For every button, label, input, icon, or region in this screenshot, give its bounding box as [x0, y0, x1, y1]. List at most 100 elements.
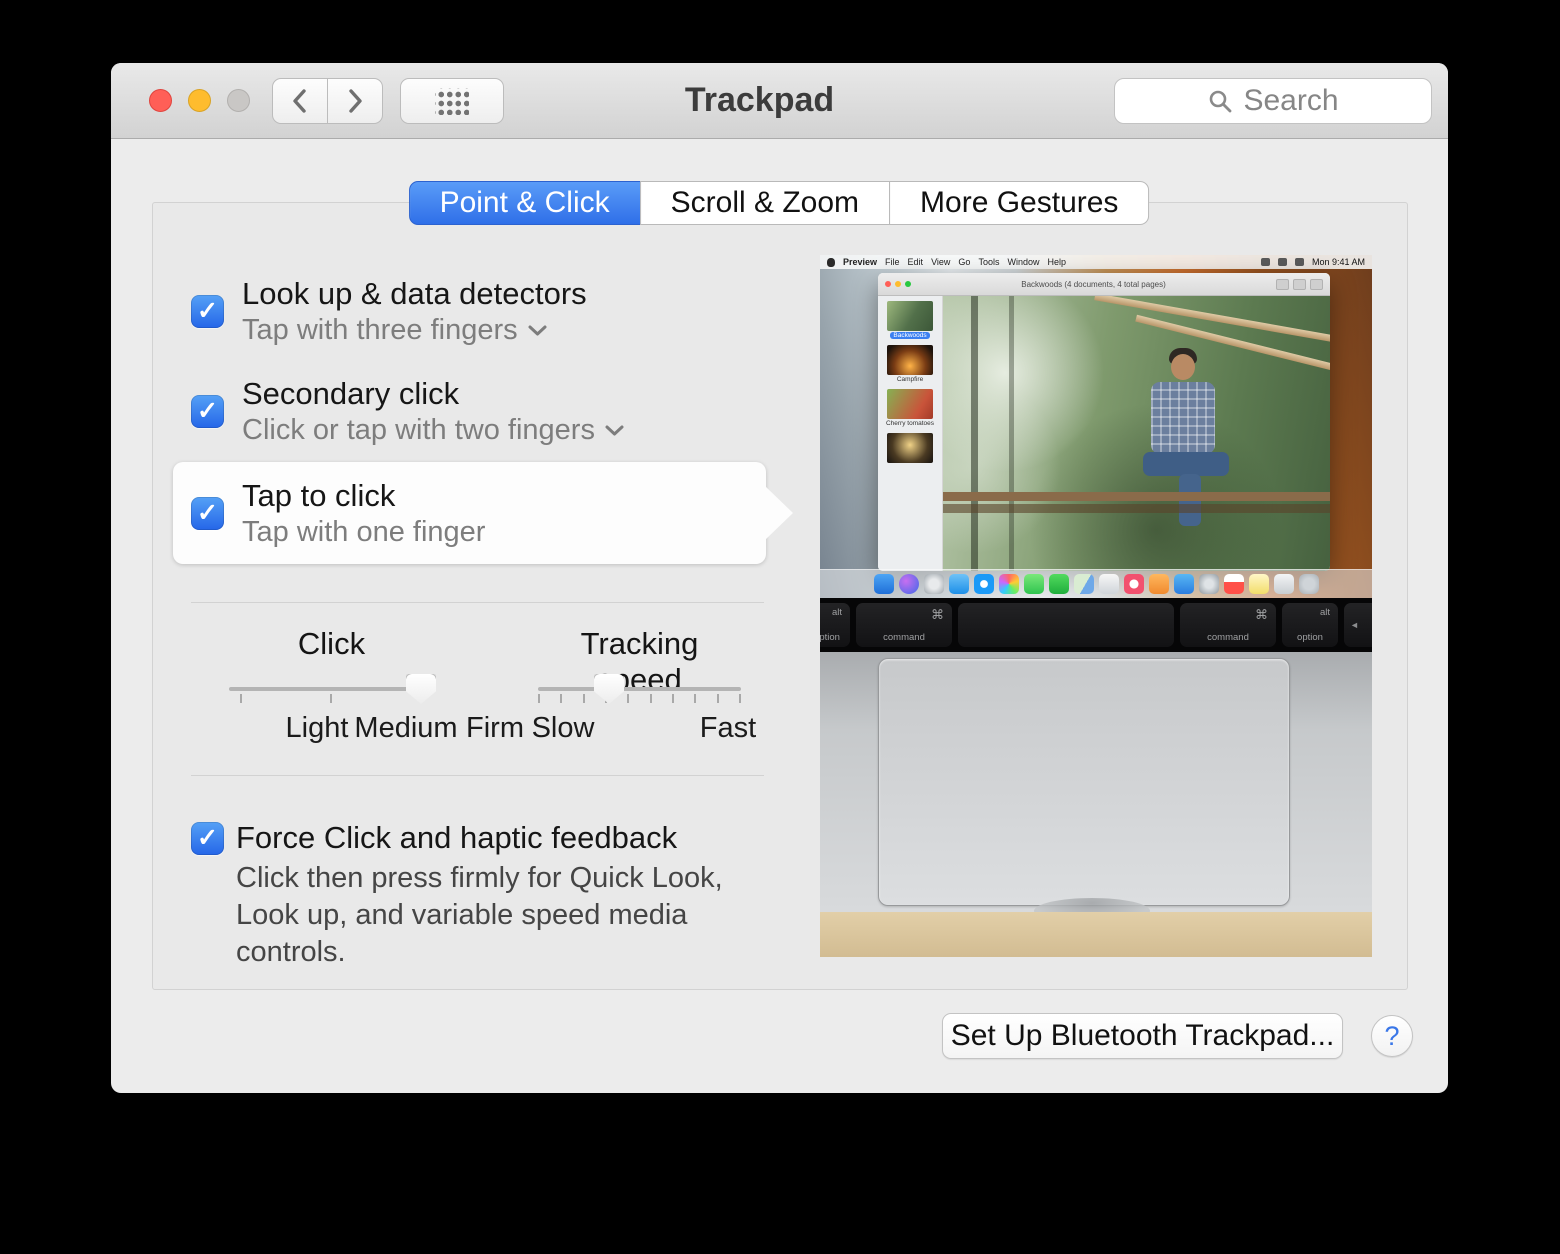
demo-menu-item: File: [885, 257, 900, 267]
demo-preview-titlebar: Backwoods (4 documents, 4 total pages): [878, 273, 1330, 296]
spacebar-key: [958, 603, 1174, 647]
dock-icon: [949, 574, 969, 594]
demo-macbook-body: [820, 652, 1372, 912]
secondary-click-gesture-dropdown[interactable]: Click or tap with two fingers: [242, 413, 625, 447]
force-click-checkbox[interactable]: [191, 822, 224, 855]
tap-to-click-gesture-value: Tap with one finger: [242, 515, 485, 549]
demo-doc-title: Backwoods (4 documents, 4 total pages): [915, 280, 1272, 289]
demo-menu-item: Go: [958, 257, 970, 267]
tap-to-click-row: Tap to click Tap with one finger: [173, 477, 485, 549]
tap-to-click-label: Tap to click: [242, 477, 485, 515]
callout-arrow: [765, 486, 793, 540]
demo-toolbar-icon: [1310, 279, 1323, 290]
demo-sidebar: Backwoods Campfire Cherry tomatoes: [878, 296, 943, 571]
dock-icon: [924, 574, 944, 594]
forward-button[interactable]: [327, 78, 383, 124]
demo-menu-item: Edit: [908, 257, 924, 267]
dock-icon: [999, 574, 1019, 594]
demo-thumbnail-label: Backwoods: [890, 332, 929, 339]
demo-toolbar-icon: [1276, 279, 1289, 290]
lookup-data-detectors-row: Look up & data detectors Tap with three …: [191, 275, 587, 347]
setup-bluetooth-trackpad-button[interactable]: Set Up Bluetooth Trackpad...: [942, 1013, 1343, 1059]
force-click-description: Click then press firmly for Quick Look, …: [236, 860, 751, 971]
demo-desk-surface: [820, 912, 1372, 957]
command-symbol: ⌘: [931, 607, 944, 623]
arrow-key: ◄: [1344, 603, 1372, 647]
nav-buttons: [272, 78, 383, 124]
demo-thumbnail: Cherry tomatoes: [878, 389, 942, 427]
secondary-click-gesture-value: Click or tap with two fingers: [242, 413, 595, 447]
trackpad-preferences-window: Trackpad Search Point & Click Scroll & Z…: [111, 63, 1448, 1093]
tab-bar: Point & Click Scroll & Zoom More Gesture…: [410, 181, 1150, 225]
demo-menu-item: Window: [1007, 257, 1039, 267]
trackpad-demo-video: Preview File Edit View Go Tools Window H…: [820, 255, 1372, 957]
lookup-data-detectors-checkbox[interactable]: [191, 295, 224, 328]
tree-trunk: [1009, 296, 1014, 571]
demo-minimize-dot: [895, 281, 901, 287]
back-button[interactable]: [272, 78, 328, 124]
person-shirt: [1151, 382, 1215, 454]
dock-icon: [1274, 574, 1294, 594]
zoom-button: [227, 89, 250, 112]
click-label-light: Light: [286, 712, 349, 745]
tap-to-click-checkbox[interactable]: [191, 497, 224, 530]
tracking-slider-track[interactable]: [538, 687, 741, 691]
click-label-medium: Medium: [354, 712, 457, 745]
dock-icon: [1124, 574, 1144, 594]
force-click-label: Force Click and haptic feedback: [236, 818, 751, 858]
demo-thumbnail: Backwoods: [878, 301, 942, 339]
tab-more-gestures[interactable]: More Gestures: [889, 181, 1149, 225]
tap-to-click-callout: Tap to click Tap with one finger: [173, 462, 766, 564]
tab-point-and-click[interactable]: Point & Click: [409, 181, 641, 225]
command-key-right: ⌘ command: [1180, 603, 1276, 647]
tracking-label-slow: Slow: [532, 712, 595, 745]
demo-screen: Preview File Edit View Go Tools Window H…: [820, 255, 1372, 598]
person-head: [1171, 354, 1195, 380]
click-slider-title: Click: [229, 626, 434, 662]
dock-icon: [1149, 574, 1169, 594]
search-field[interactable]: Search: [1114, 78, 1432, 124]
lookup-gesture-dropdown[interactable]: Tap with three fingers: [242, 313, 587, 347]
help-button[interactable]: ?: [1371, 1015, 1413, 1057]
demo-trackpad: [878, 658, 1290, 906]
key-legend: command: [856, 632, 952, 643]
click-slider-thumb[interactable]: [406, 674, 436, 704]
key-legend: command: [1180, 632, 1276, 643]
secondary-click-label: Secondary click: [242, 375, 625, 413]
demo-clock: Mon 9:41 AM: [1312, 257, 1365, 267]
command-symbol: ⌘: [1255, 607, 1268, 623]
chevron-right-icon: [346, 87, 364, 115]
minimize-button[interactable]: [188, 89, 211, 112]
demo-preview-window: Backwoods (4 documents, 4 total pages) B…: [878, 273, 1330, 571]
command-key-left: ⌘ command: [856, 603, 952, 647]
dock-icon: [1174, 574, 1194, 594]
secondary-click-row: Secondary click Click or tap with two fi…: [191, 375, 625, 447]
chevron-down-icon: [527, 324, 548, 337]
dock-icon: [1199, 574, 1219, 594]
tracking-label-fast: Fast: [700, 712, 756, 745]
demo-zoom-dot: [905, 281, 911, 287]
slider-tick: [240, 694, 242, 703]
demo-toolbar-icon: [1293, 279, 1306, 290]
dock-icon: [1299, 574, 1319, 594]
key-legend: option: [820, 632, 850, 643]
demo-menu-bar: Preview File Edit View Go Tools Window H…: [820, 255, 1372, 269]
option-key-left: alt option: [820, 603, 850, 647]
demo-menu-item: Preview: [843, 257, 877, 267]
secondary-click-checkbox[interactable]: [191, 395, 224, 428]
tap-to-click-gesture: Tap with one finger: [242, 515, 485, 549]
slider-tick: [330, 694, 332, 703]
close-button[interactable]: [149, 89, 172, 112]
tab-scroll-and-zoom[interactable]: Scroll & Zoom: [640, 181, 890, 225]
tree-trunk: [971, 296, 978, 571]
dock-icon: [1224, 574, 1244, 594]
person-legs: [1143, 452, 1229, 476]
demo-thumbnail-image: [887, 433, 933, 463]
demo-dock: [820, 569, 1372, 598]
fence-rail: [943, 492, 1330, 501]
dock-icon: [1099, 574, 1119, 594]
dock-icon: [1249, 574, 1269, 594]
search-icon: [1207, 88, 1233, 114]
lookup-gesture-value: Tap with three fingers: [242, 313, 518, 347]
click-slider-track[interactable]: [229, 687, 434, 691]
